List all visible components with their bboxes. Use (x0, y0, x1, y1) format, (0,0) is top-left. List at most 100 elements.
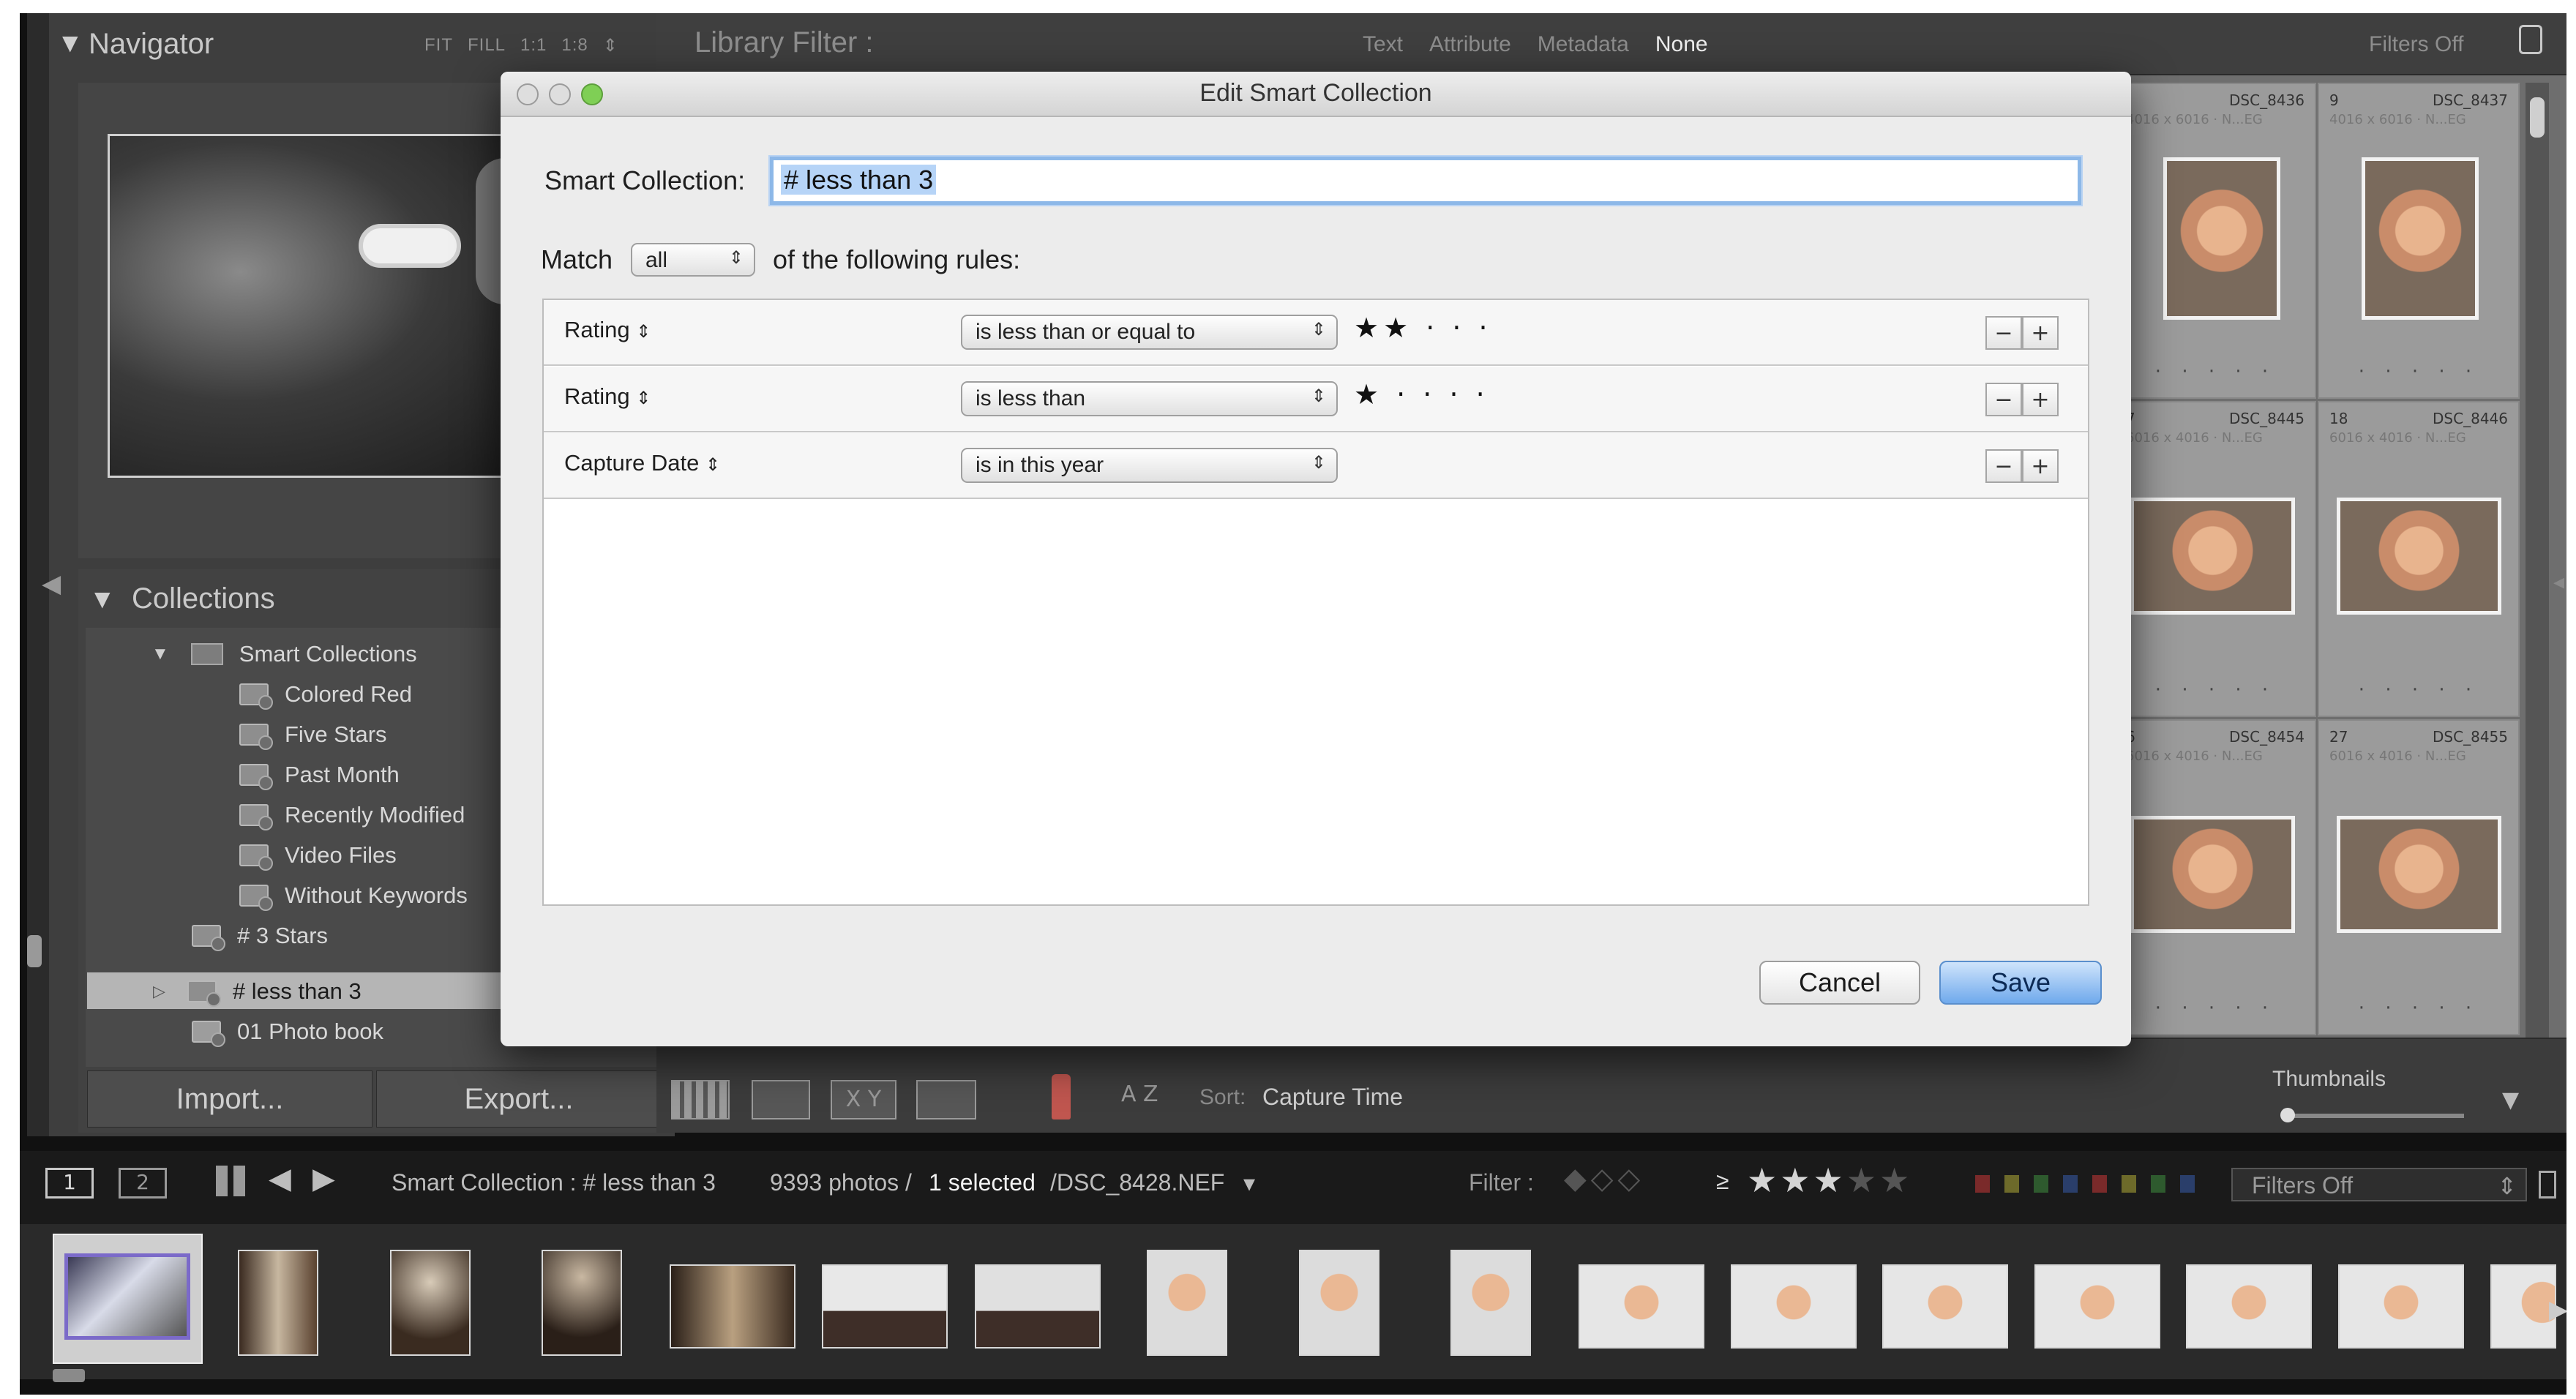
zoom-fit-button[interactable]: FIT (424, 35, 453, 56)
add-rule-button[interactable]: + (2022, 316, 2059, 350)
lock-icon[interactable] (2519, 25, 2542, 54)
grid-scrollbar[interactable] (2526, 83, 2549, 1041)
grid-scrollbar-thumb[interactable] (2530, 97, 2545, 138)
match-select[interactable]: all ⇕ (631, 243, 755, 277)
chevron-updown-icon[interactable]: ⇕ (603, 35, 618, 56)
right-panel-expand-icon[interactable]: ◂ (2553, 569, 2564, 595)
filmstrip-selected-cell[interactable] (53, 1234, 203, 1364)
color-label-filters[interactable] (1975, 1175, 2209, 1193)
rating-comparator[interactable]: ≥ (1716, 1168, 1729, 1195)
rule-operator-select[interactable]: is less than ⇕ (961, 381, 1338, 416)
filmstrip-lock-icon[interactable] (2539, 1171, 2556, 1199)
spray-can-icon[interactable] (1052, 1074, 1071, 1119)
rule-rating-stars[interactable]: ★ · · · · (1354, 378, 1489, 410)
filmstrip-thumbnail[interactable] (1147, 1250, 1227, 1356)
screen-2-button[interactable]: 2 (119, 1168, 167, 1199)
rule-field-select[interactable]: Capture Date ⇕ (564, 450, 720, 476)
navigator-disclosure-icon[interactable]: ▼ (62, 31, 78, 55)
rating-dots[interactable]: · · · · · (2116, 997, 2315, 1019)
filter-text-tab[interactable]: Text (1363, 32, 1403, 57)
filmstrip-thumbnail[interactable] (1450, 1250, 1531, 1356)
zoom-1-8-button[interactable]: 1:8 (561, 35, 588, 56)
filmstrip-thumbnail[interactable] (2338, 1264, 2464, 1349)
filmstrip-source[interactable]: Smart Collection : # less than 3 (392, 1169, 716, 1196)
sort-direction-icon[interactable]: A Z (1121, 1081, 1158, 1107)
left-panel-collapse-icon[interactable]: ◀ (42, 569, 61, 599)
export-button[interactable]: Export... (376, 1070, 662, 1128)
file-menu-icon[interactable]: ▾ (1243, 1169, 1255, 1197)
rule-rating-stars[interactable]: ★★ · · · (1354, 312, 1492, 344)
collection-item-3-stars[interactable]: # 3 Stars (192, 917, 328, 955)
back-arrow-icon[interactable]: ◀ (269, 1162, 291, 1196)
remove-rule-button[interactable]: − (1985, 383, 2022, 416)
filmstrip-thumbnail[interactable] (1731, 1264, 1857, 1349)
current-file[interactable]: /DSC_8428.NEF (1050, 1169, 1224, 1196)
add-rule-button[interactable]: + (2022, 383, 2059, 416)
filmstrip-thumbnail[interactable] (390, 1250, 471, 1356)
filters-off-select[interactable]: Filters Off ⇕ (2231, 1168, 2527, 1201)
grid-cell[interactable]: 27 DSC_8455 6016 x 4016 · N...EG · · · · … (2318, 719, 2520, 1035)
filmstrip-thumbnail[interactable] (1299, 1250, 1379, 1356)
grid-icon[interactable] (216, 1166, 247, 1196)
collection-item-recently-modified[interactable]: Recently Modified (239, 796, 465, 834)
expand-arrow-icon[interactable]: ▷ (153, 982, 165, 1001)
rule-operator-select[interactable]: is less than or equal to ⇕ (961, 315, 1338, 350)
left-scroll-handle[interactable] (27, 935, 42, 967)
filmstrip-thumbnail[interactable] (975, 1264, 1101, 1349)
collection-item-colored-red[interactable]: Colored Red (239, 675, 412, 713)
filmstrip-thumbnail[interactable] (822, 1264, 948, 1349)
remove-rule-button[interactable]: − (1985, 316, 2022, 350)
compare-view-icon[interactable]: X Y (831, 1080, 896, 1119)
add-rule-button[interactable]: + (2022, 449, 2059, 483)
zoom-fill-button[interactable]: FILL (468, 35, 506, 56)
grid-cell[interactable]: DSC_8436 4016 x 6016 · N...EG · · · · · (2114, 83, 2316, 399)
sort-dropdown[interactable]: Capture Time (1262, 1084, 1403, 1111)
collection-item-video-files[interactable]: Video Files (239, 836, 397, 874)
grid-cell[interactable]: 9 DSC_8437 4016 x 6016 · N...EG · · · · · (2318, 83, 2520, 399)
smart-collection-name-input[interactable]: # less than 3 (770, 157, 2081, 205)
collection-item-five-stars[interactable]: Five Stars (239, 716, 387, 754)
grid-cell[interactable]: 7DSC_8445 6016 x 4016 · N...EG · · · · · (2114, 401, 2316, 717)
filmstrip-thumbnail[interactable] (2490, 1264, 2556, 1349)
cancel-button[interactable]: Cancel (1759, 961, 1920, 1005)
filmstrip-thumbnail[interactable] (2186, 1264, 2312, 1349)
collection-item-without-keywords[interactable]: Without Keywords (239, 877, 468, 915)
filters-off-dropdown[interactable]: Filters Off (2369, 32, 2463, 57)
filmstrip-thumbnail[interactable] (238, 1250, 318, 1356)
loupe-view-icon[interactable] (752, 1080, 810, 1119)
rating-dots[interactable]: · · · · · (2116, 679, 2315, 701)
filmstrip-thumbnail[interactable] (2034, 1264, 2160, 1349)
smart-folder-disclosure-icon[interactable]: ▼ (151, 644, 169, 664)
collection-item-past-month[interactable]: Past Month (239, 756, 400, 794)
filmstrip-thumbnail[interactable] (1882, 1264, 2008, 1349)
save-button[interactable]: Save (1939, 961, 2102, 1005)
filmstrip-scroll-thumb[interactable] (53, 1369, 85, 1382)
filmstrip-thumbnail[interactable] (1579, 1264, 1704, 1349)
toolbar-menu-icon[interactable]: ▼ (2502, 1087, 2519, 1113)
import-button[interactable]: Import... (87, 1070, 372, 1128)
filmstrip-thumbnail[interactable] (542, 1250, 622, 1356)
rating-filter-stars[interactable]: ★★★★★ (1747, 1160, 1912, 1200)
slider-thumb[interactable] (2280, 1108, 2295, 1122)
rule-field-select[interactable]: Rating ⇕ (564, 383, 651, 410)
filmstrip-thumbnail[interactable] (670, 1264, 795, 1349)
collection-item-photo-book[interactable]: 01 Photo book (192, 1013, 383, 1051)
smart-collections-folder[interactable]: ▼ Smart Collections (151, 635, 417, 673)
forward-arrow-icon[interactable]: ▶ (312, 1162, 335, 1196)
rule-field-select[interactable]: Rating ⇕ (564, 317, 651, 343)
flag-filter-icons[interactable]: ◆◇◇ (1564, 1162, 1644, 1196)
rule-operator-select[interactable]: is in this year ⇕ (961, 448, 1338, 483)
remove-rule-button[interactable]: − (1985, 449, 2022, 483)
rating-dots[interactable]: · · · · · (2319, 679, 2518, 701)
filmstrip-expand-icon[interactable]: ▶ (2549, 1295, 2566, 1324)
grid-view-icon[interactable] (671, 1080, 730, 1119)
filter-none-tab[interactable]: None (1655, 32, 1708, 57)
collection-item-less-than-3[interactable]: ▷ # less than 3 (153, 972, 362, 1010)
filter-attribute-tab[interactable]: Attribute (1429, 32, 1511, 57)
collections-disclosure-icon[interactable]: ▼ (94, 587, 111, 611)
thumbnail-size-slider[interactable] (2280, 1108, 2464, 1122)
rating-dots[interactable]: · · · · · (2319, 997, 2518, 1019)
zoom-1-1-button[interactable]: 1:1 (520, 35, 547, 56)
filter-metadata-tab[interactable]: Metadata (1538, 32, 1629, 57)
navigator-preview-image[interactable] (108, 134, 547, 478)
